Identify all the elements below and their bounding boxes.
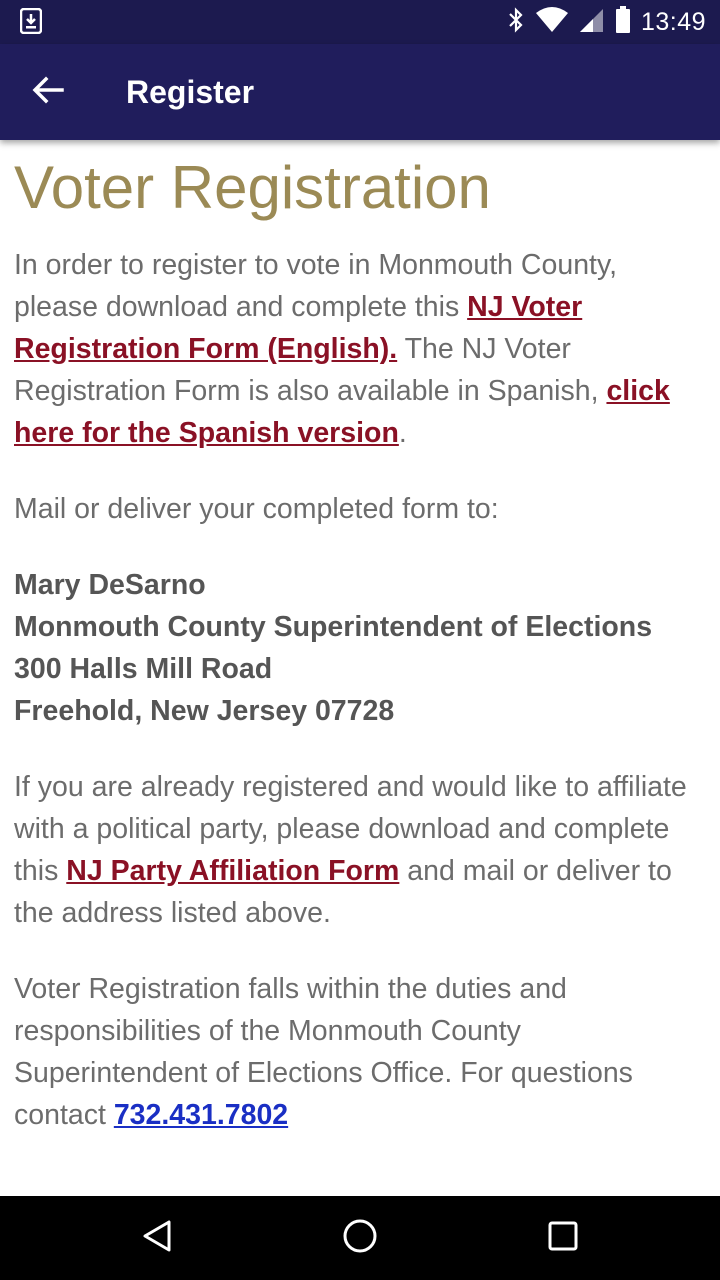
back-triangle-icon [141, 1219, 173, 1258]
intro-paragraph: In order to register to vote in Monmouth… [14, 244, 708, 454]
mailing-address: Mary DeSarno Monmouth County Superintend… [14, 564, 708, 732]
status-time: 13:49 [640, 7, 706, 36]
mail-instructions: Mail or deliver your completed form to: [14, 493, 499, 525]
bluetooth-icon [507, 6, 525, 38]
address-name: Mary DeSarno [14, 569, 206, 601]
nav-home-button[interactable] [330, 1208, 390, 1268]
page-title: Register [126, 74, 255, 110]
recents-square-icon [548, 1221, 578, 1256]
home-circle-icon [342, 1218, 378, 1259]
download-notification-icon [19, 7, 43, 35]
app-bar: Register [0, 44, 720, 140]
nav-recents-button[interactable] [533, 1208, 593, 1268]
heading-voter-registration: Voter Registration [14, 154, 491, 221]
nav-back-button[interactable] [127, 1208, 187, 1268]
intro-text-3: . [398, 417, 407, 449]
address-street: 300 Halls Mill Road [14, 653, 273, 685]
affiliation-paragraph: If you are already registered and would … [14, 766, 708, 934]
back-button[interactable] [24, 68, 72, 116]
wifi-icon [535, 6, 569, 38]
phone-link[interactable]: 732.431.7802 [114, 1099, 288, 1131]
contact-text: Voter Registration falls within the duti… [14, 973, 633, 1131]
system-nav-bar [0, 1196, 720, 1280]
address-city: Freehold, New Jersey 07728 [14, 695, 395, 727]
contact-paragraph: Voter Registration falls within the duti… [14, 968, 708, 1136]
cell-signal-icon [579, 7, 605, 38]
battery-icon [615, 5, 631, 39]
page-content: Voter Registration In order to register … [14, 140, 708, 1136]
address-office: Monmouth County Superintendent of Electi… [14, 611, 653, 643]
nj-party-affiliation-form-link[interactable]: NJ Party Affiliation Form [66, 855, 399, 887]
status-bar: 13:49 [0, 0, 720, 44]
arrow-back-icon [32, 76, 64, 109]
